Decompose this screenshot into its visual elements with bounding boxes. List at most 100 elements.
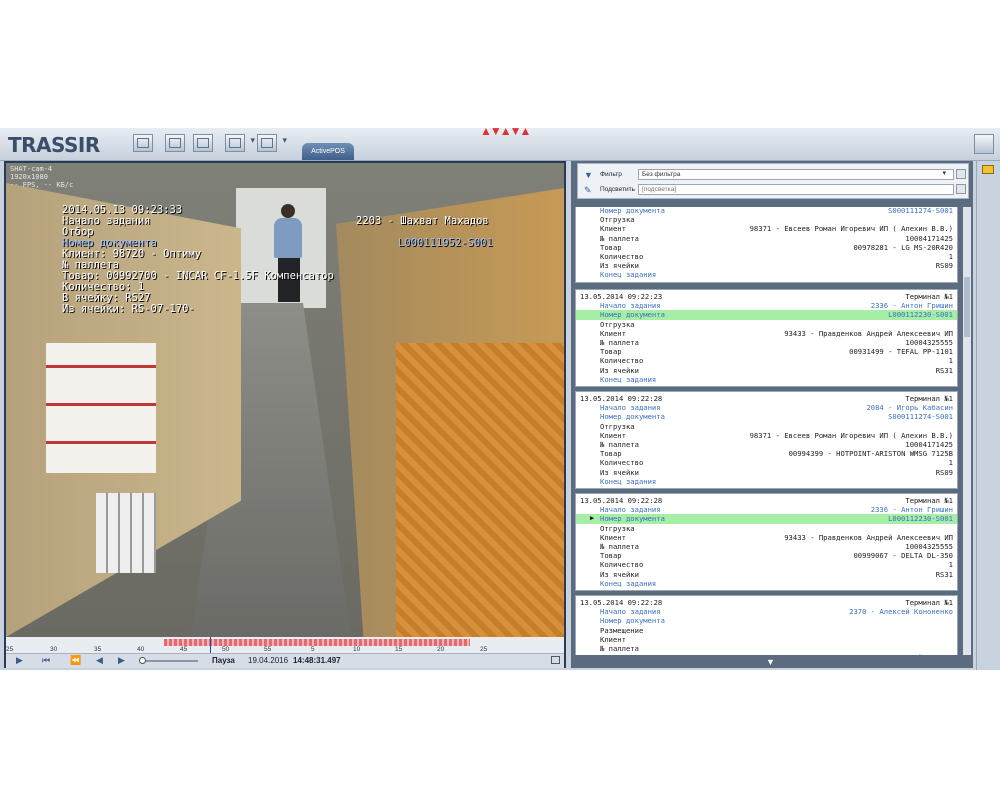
log-scrollbar-thumb[interactable] xyxy=(964,277,970,337)
filter-icon: ▼ xyxy=(584,170,593,180)
log-entry-row: Из ячейки RS31 xyxy=(576,366,957,375)
log-entry-header: 13.05.2014 09:22:28 Терминал №1 xyxy=(576,394,957,403)
tick-label: 10 xyxy=(353,646,361,653)
speed-slider[interactable] xyxy=(139,657,198,664)
log-field-label: Клиент xyxy=(600,532,626,542)
log-field-label: Из ячейки xyxy=(600,569,639,579)
log-entry-card[interactable]: Номер документа S000111274-S001 Отгрузка Кл… xyxy=(575,207,958,283)
frame-back-icon[interactable]: ◀ xyxy=(96,655,103,666)
log-entry-card[interactable]: 13.05.2014 09:22:23 Терминал №1 Начало зад… xyxy=(575,289,958,387)
view-menu-button[interactable] xyxy=(257,134,287,152)
log-field-label: Номер документа xyxy=(600,207,665,215)
tick-label: 30 xyxy=(50,646,58,653)
log-entry-row: Номер документа xyxy=(576,616,957,625)
log-entry-row: Количество 1 xyxy=(576,252,957,261)
log-field-value: 10004171425 xyxy=(905,439,953,449)
tick-label: 35 xyxy=(94,646,102,653)
highlight-label: Подсветить xyxy=(600,186,635,193)
camera-video[interactable]: SHAT-cam-4 1920x1080 -- FPS, -- КБ/с 201… xyxy=(6,163,564,637)
log-entry-card[interactable]: 13.05.2014 09:22:28 Терминал №1 Начало зад… xyxy=(575,595,958,655)
log-field-label: Клиент xyxy=(600,430,626,440)
log-field-label: № паллета xyxy=(600,233,639,243)
archive-timeline[interactable]: 25 30 35 40 45 50 55 5 10 15 20 25 ▶ ⏮ ⏪… xyxy=(6,637,564,668)
tick-label: 50 xyxy=(222,646,230,653)
log-field-value: 93433 - Правденков Андрей Алексеевич ИП xyxy=(784,328,953,338)
log-field-value: 2336 - Антон Гришин xyxy=(870,301,953,311)
filter-select[interactable]: Без фильтра xyxy=(638,169,954,180)
video-panel: SHAT-cam-4 1920x1080 -- FPS, -- КБ/с 20 1… xyxy=(4,161,566,668)
log-entry-card[interactable]: 13.05.2014 09:22:28 Терминал №1 Начало зад… xyxy=(575,493,958,591)
chevron-down-icon[interactable]: ▾ xyxy=(942,169,946,177)
tick-label: 20 xyxy=(437,646,445,653)
scene-pipes xyxy=(96,493,156,573)
fullscreen-icon[interactable] xyxy=(551,656,560,664)
timeline-cursor[interactable] xyxy=(210,637,211,653)
log-entry-card[interactable]: 13.05.2014 09:22:28 Терминал №1 Начало зад… xyxy=(575,391,958,489)
log-field-label: Количество xyxy=(600,251,644,261)
log-entry-row: Конец задания xyxy=(576,270,957,279)
log-field-label: Конец задания xyxy=(600,578,657,588)
log-field-value: RS09 xyxy=(935,467,953,477)
log-entry-row: № паллета 10004171425 xyxy=(576,440,957,449)
log-field-label: № паллета xyxy=(600,337,639,347)
log-field-label: Товар xyxy=(600,653,622,655)
log-entry-header: 13.05.2014 09:22:28 Терминал №1 xyxy=(576,496,957,505)
tab-activepos[interactable]: ActivePOS xyxy=(302,143,354,160)
log-field-label: Клиент xyxy=(600,634,626,644)
log-entry-row: Товар 00994144 - ЕМЕРИТЕ SKYLINE FS-B08 с… xyxy=(576,653,957,655)
edit-button[interactable] xyxy=(165,134,185,152)
highlight-edit-button[interactable] xyxy=(956,184,966,194)
log-field-value: Терминал №1 xyxy=(905,496,953,505)
playback-time: 14:48:31.497 xyxy=(293,656,341,665)
log-scrollbar[interactable] xyxy=(963,207,971,655)
log-entry-row: Количество 1 xyxy=(576,560,957,569)
log-field-label: Конец задания xyxy=(600,270,657,280)
timeline-ruler[interactable]: 25 30 35 40 45 50 55 5 10 15 20 25 xyxy=(6,637,564,654)
log-field-value: 1 xyxy=(948,560,953,570)
log-field-label: № паллета xyxy=(600,643,639,653)
skip-start-icon[interactable]: ⏮ xyxy=(42,655,50,666)
log-field-value: 00994144 - ЕМЕРИТЕ SKYLINE FS-B08 стальн… xyxy=(741,653,953,655)
fast-backward-icon[interactable]: ⏪ xyxy=(70,655,81,666)
log-field-value: S000111274-S001 xyxy=(888,412,953,422)
speed-slider-knob[interactable] xyxy=(139,657,146,664)
log-field-value: Терминал №1 xyxy=(905,394,953,403)
log-field-value: Терминал №1 xyxy=(905,292,953,301)
log-entry-row: Номер документа L000112230-S001 xyxy=(576,310,957,320)
log-field-label: Номер документа xyxy=(600,310,665,320)
log-field-label: Товар xyxy=(600,551,622,561)
log-field-value: 00978281 - LG MS-20R420 xyxy=(853,242,953,252)
cursor-menu-button[interactable] xyxy=(225,134,255,152)
log-field-label: Отгрузка xyxy=(600,421,635,431)
highlight-row: ✎ Подсветить xyxy=(582,183,966,197)
folder-icon[interactable] xyxy=(982,165,994,174)
log-entry-row: Товар 00999067 - DELTA DL-350 xyxy=(576,551,957,560)
frame-forward-icon[interactable]: ▶ xyxy=(118,655,125,666)
trassir-logo: TRASSIR xyxy=(8,133,100,157)
event-log-list[interactable]: Номер документа S000111274-S001 Отгрузка Кл… xyxy=(575,207,958,655)
log-field-value: RS31 xyxy=(935,569,953,579)
scroll-down-icon[interactable]: ▼ xyxy=(766,657,775,667)
osd-worker: 2203 - Шахват Махадов xyxy=(356,215,489,227)
log-field-value: 10004171425 xyxy=(905,233,953,243)
log-field-label: Товар xyxy=(600,242,622,252)
log-field-label: Конец задания xyxy=(600,374,657,384)
highlight-input[interactable] xyxy=(638,184,954,195)
log-entry-row: Клиент 93433 - Правденков Андрей Алексеев… xyxy=(576,329,957,338)
log-entry-row: Конец задания xyxy=(576,477,957,486)
log-entry-row: Клиент xyxy=(576,635,957,644)
screens-button[interactable] xyxy=(974,134,994,154)
playback-date: 19.04.2016 xyxy=(248,656,289,665)
log-entry-row: Номер документа S000111274-S001 xyxy=(576,412,957,421)
archive-button[interactable] xyxy=(193,134,213,152)
layout-button[interactable] xyxy=(133,134,153,152)
scene-person-body xyxy=(274,218,302,258)
log-entry-row: Отгрузка xyxy=(576,524,957,533)
play-icon[interactable]: ▶ xyxy=(16,655,23,666)
log-entry-row: Клиент 93433 - Правденков Андрей Алексеев… xyxy=(576,533,957,542)
log-entry-row: Начало задания 2084 - Игорь Кабасин xyxy=(576,403,957,412)
playback-status: Пауза xyxy=(212,656,235,665)
filter-edit-button[interactable] xyxy=(956,169,966,179)
log-field-label: Отгрузка xyxy=(600,523,635,533)
log-field-label: Количество xyxy=(600,458,644,468)
